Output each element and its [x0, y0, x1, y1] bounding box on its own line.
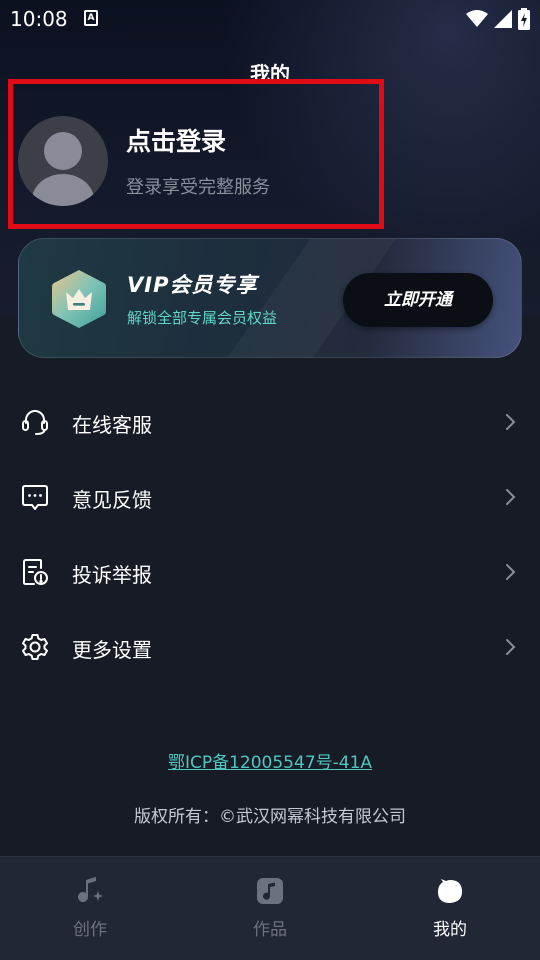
notification-a-icon: A [84, 10, 98, 26]
battery-icon [518, 8, 530, 30]
icp-link[interactable]: 鄂ICP备12005547号-41A [0, 748, 540, 773]
status-bar: 10:08 A [0, 0, 540, 38]
vip-title: VIP会员专享 [127, 273, 258, 297]
menu-label-online-service: 在线客服 [72, 413, 152, 437]
report-icon [23, 559, 48, 585]
gear-icon [22, 634, 48, 660]
copyright-text: 版权所有：©武汉网幂科技有限公司 [134, 807, 406, 827]
menu-item-report[interactable]: 投诉举报 [0, 542, 540, 602]
wifi-icon [466, 10, 488, 27]
menu-label-feedback: 意见反馈 [72, 488, 152, 512]
open-vip-button[interactable]: 立即开通 [343, 273, 493, 327]
bottom-tab-bar: 创作 作品 我的 [0, 856, 540, 960]
menu-label-more-settings: 更多设置 [72, 638, 152, 662]
menu-label-report: 投诉举报 [72, 563, 152, 587]
message-icon [22, 485, 48, 510]
chevron-right-icon [506, 564, 516, 580]
profile-blob-icon [438, 879, 463, 903]
menu-item-feedback[interactable]: 意见反馈 [0, 467, 540, 527]
tab-label-create: 创作 [73, 920, 107, 940]
music-file-icon [257, 878, 283, 904]
chevron-right-icon [506, 489, 516, 505]
vip-card[interactable]: VIP会员专享 解锁全部专属会员权益 立即开通 [18, 238, 522, 358]
tab-label-mine: 我的 [433, 920, 467, 940]
avatar-body [32, 174, 94, 206]
music-note-sparkle-icon [78, 877, 103, 902]
signal-icon [494, 10, 512, 28]
avatar[interactable] [18, 116, 108, 206]
avatar-head [44, 132, 82, 170]
headset-icon [22, 410, 48, 435]
login-button[interactable]: 点击登录 [126, 122, 226, 158]
tab-label-works: 作品 [253, 920, 287, 940]
chevron-right-icon [506, 639, 516, 655]
tab-create[interactable]: 创作 [0, 857, 180, 960]
chevron-right-icon [506, 414, 516, 430]
status-time: 10:08 [10, 7, 68, 31]
vip-subtitle: 解锁全部专属会员权益 [127, 309, 278, 327]
vip-crown-badge-icon [52, 270, 106, 328]
menu-item-more-settings[interactable]: 更多设置 [0, 617, 540, 677]
menu-item-online-service[interactable]: 在线客服 [0, 392, 540, 452]
tab-works[interactable]: 作品 [180, 857, 360, 960]
status-icons [466, 8, 530, 30]
tab-mine[interactable]: 我的 [360, 857, 540, 960]
login-subtitle: 登录享受完整服务 [126, 177, 270, 198]
